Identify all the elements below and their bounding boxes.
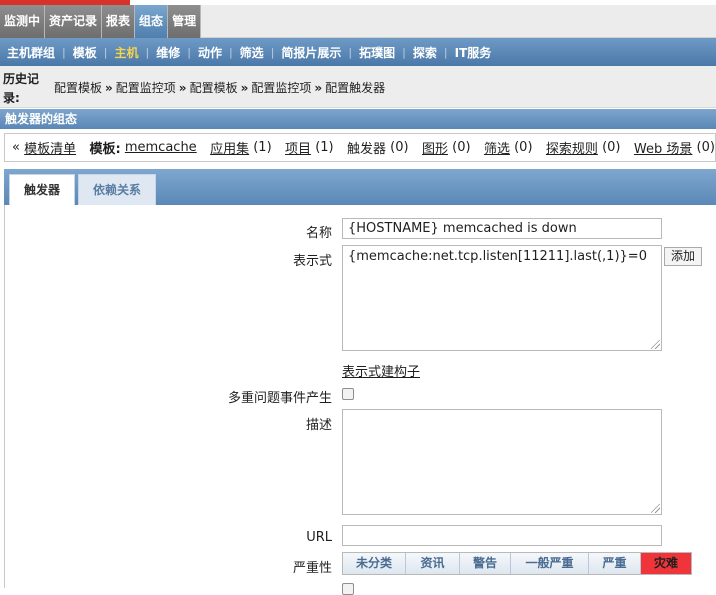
multiple-events-label: 多重问题事件产生 — [227, 391, 332, 406]
breadcrumb-item[interactable]: 配置模板 — [54, 81, 102, 95]
history-label: 历史记录: — [3, 72, 40, 105]
severity-information-button[interactable]: 资讯 — [406, 553, 460, 574]
sub-menu-separator: | — [187, 45, 191, 59]
severity-warning-button[interactable]: 警告 — [460, 553, 511, 574]
back-arrow-icon: « — [12, 140, 20, 155]
sub-menu-item-slide-shows[interactable]: 简报片展示 — [278, 44, 344, 61]
sub-menu-item-it-services[interactable]: IT服务 — [452, 44, 495, 61]
sub-menu-separator: | — [348, 45, 353, 59]
expression-textarea[interactable]: {memcache:net.tcp.listen[11211].last(,1)… — [342, 245, 662, 351]
sub-menu-separator: | — [228, 45, 233, 59]
sub-menu-item-discovery[interactable]: 探索 — [410, 44, 440, 61]
description-textarea[interactable] — [342, 409, 662, 515]
severity-label: 严重性 — [292, 561, 332, 576]
sub-menu-item-hosts[interactable]: 主机 — [111, 44, 141, 61]
sub-menu-separator: | — [443, 45, 448, 59]
sub-menu-separator: | — [145, 45, 150, 59]
template-name-link[interactable]: memcache — [125, 140, 197, 155]
severity-disaster-button[interactable]: 灾难 — [641, 553, 691, 574]
history-bar: 历史记录: 配置模板» 配置监控项» 配置模板» 配置监控项» 配置触发器 — [0, 66, 716, 108]
sub-menu-separator: | — [270, 45, 275, 59]
top-menu-filler — [201, 5, 716, 38]
url-input[interactable] — [342, 525, 662, 546]
web-scenarios-link[interactable]: Web 场景 — [634, 138, 692, 157]
severity-selector: 未分类 资讯 警告 一般严重 严重 灾难 — [342, 552, 692, 575]
breadcrumb-item[interactable]: 配置模板 — [190, 81, 238, 95]
expression-builder-link[interactable]: 表示式建构子 — [342, 361, 420, 380]
screens-count: (0) — [514, 140, 533, 155]
template-label: 模板: — [89, 142, 121, 157]
top-menu-item-administration[interactable]: 管理 — [168, 5, 202, 38]
breadcrumb-arrow-icon: » — [314, 81, 323, 95]
triggers-label: 触发器 — [347, 142, 387, 157]
top-menu-item-monitoring[interactable]: 监测中 — [0, 5, 46, 38]
applications-link[interactable]: 应用集 — [210, 138, 249, 157]
sub-menu-item-maintenance[interactable]: 维修 — [153, 44, 183, 61]
expression-label: 表示式 — [292, 254, 332, 269]
graphs-count: (0) — [452, 140, 471, 155]
items-count: (1) — [315, 140, 334, 155]
tab-dependencies[interactable]: 依赖关系 — [78, 174, 157, 205]
url-label: URL — [306, 530, 332, 545]
description-label: 描述 — [305, 418, 332, 433]
discovery-rules-count: (0) — [602, 140, 621, 155]
template-nav: « 模板清单 模板: memcache 应用集 (1) 项目 (1) 触发器 (… — [4, 133, 716, 162]
severity-high-button[interactable]: 严重 — [589, 553, 641, 574]
page-title: 触发器的组态 — [0, 109, 716, 129]
sub-menu-separator: | — [402, 45, 406, 59]
sub-menu-separator: | — [103, 45, 108, 59]
sub-menu: 主机群组 | 模板 | 主机 | 维修 | 动作 | 筛选 | 简报片展示 | … — [0, 38, 716, 66]
name-label: 名称 — [305, 226, 332, 241]
form-tab-strip: 触发器 依赖关系 — [4, 169, 716, 205]
expression-text: {memcache:net.tcp.listen[11211].last(,1)… — [348, 249, 647, 264]
breadcrumb-arrow-icon: » — [240, 81, 249, 95]
sub-menu-item-maps[interactable]: 拓璞图 — [356, 44, 398, 61]
breadcrumb-arrow-icon: » — [178, 81, 187, 95]
breadcrumb-arrow-icon: » — [105, 81, 113, 95]
top-menu-item-configuration[interactable]: 组态 — [135, 5, 169, 38]
items-link[interactable]: 项目 — [285, 138, 311, 157]
breadcrumb: 配置模板» 配置监控项» 配置模板» 配置监控项» 配置触发器 — [54, 79, 385, 96]
name-input[interactable]: {HOSTNAME} memcached is down — [342, 218, 662, 239]
add-expression-button[interactable]: 添加 — [664, 247, 702, 266]
severity-average-button[interactable]: 一般严重 — [511, 553, 589, 574]
top-menu-item-reports[interactable]: 报表 — [102, 5, 136, 38]
top-menu: 监测中 资产记录 报表 组态 管理 — [0, 5, 716, 38]
resize-grip-icon[interactable] — [651, 504, 660, 513]
tab-trigger[interactable]: 触发器 — [9, 174, 76, 205]
multiple-events-checkbox[interactable] — [342, 388, 354, 400]
sub-menu-separator: | — [62, 45, 66, 59]
screens-link[interactable]: 筛选 — [484, 138, 510, 157]
triggers-count: (0) — [390, 140, 409, 155]
top-menu-item-inventory[interactable]: 资产记录 — [45, 5, 103, 38]
breadcrumb-item[interactable]: 配置监控项 — [251, 81, 311, 95]
breadcrumb-item[interactable]: 配置触发器 — [325, 81, 385, 95]
applications-count: (1) — [253, 140, 272, 155]
template-list-link[interactable]: 模板清单 — [24, 138, 76, 157]
discovery-rules-link[interactable]: 探索规则 — [546, 138, 598, 157]
sub-menu-item-screens[interactable]: 筛选 — [237, 44, 267, 61]
web-scenarios-count: (0) — [696, 140, 715, 155]
graphs-link[interactable]: 图形 — [422, 138, 448, 157]
sub-menu-item-host-groups[interactable]: 主机群组 — [4, 44, 58, 61]
sub-menu-item-actions[interactable]: 动作 — [195, 44, 225, 61]
enabled-checkbox[interactable] — [342, 583, 354, 595]
sub-menu-item-templates[interactable]: 模板 — [70, 44, 100, 61]
severity-not-classified-button[interactable]: 未分类 — [343, 553, 406, 574]
breadcrumb-item[interactable]: 配置监控项 — [116, 81, 176, 95]
resize-grip-icon[interactable] — [651, 340, 660, 349]
